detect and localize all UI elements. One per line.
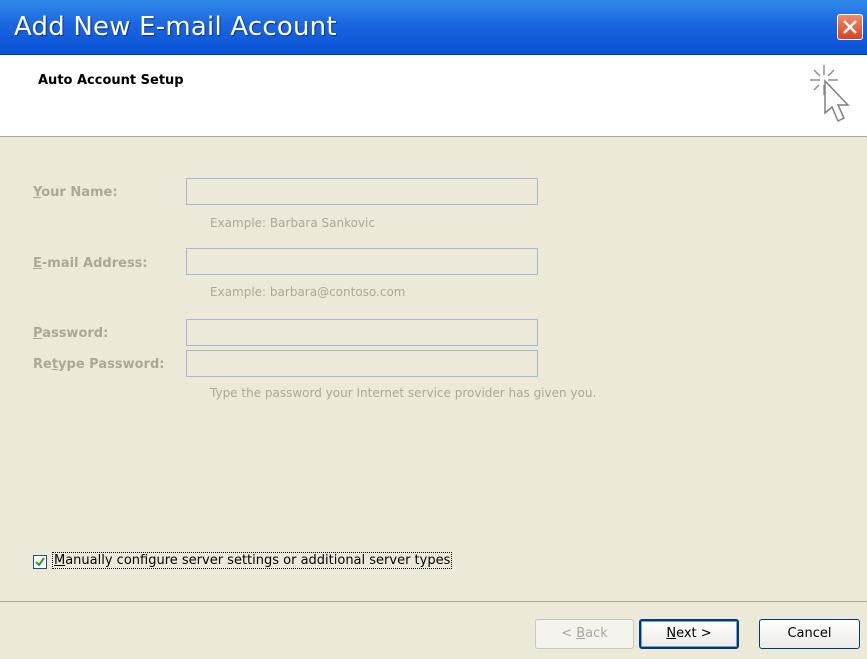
password-field[interactable]: [186, 319, 538, 346]
your-name-field[interactable]: [186, 178, 538, 205]
email-address-label: E-mail Address:: [33, 256, 148, 271]
checkmark-icon: [35, 557, 45, 567]
retype-password-field[interactable]: [186, 350, 538, 377]
password-label: Password:: [33, 326, 109, 341]
password-hint: Type the password your Internet service …: [210, 386, 597, 400]
wizard-header: Auto Account Setup: [0, 55, 867, 136]
manual-config-checkbox[interactable]: [33, 555, 47, 569]
back-button[interactable]: < Back: [535, 619, 634, 649]
window-title: Add New E-mail Account: [14, 12, 337, 42]
your-name-label: Your Name:: [33, 185, 118, 200]
cursor-sparkle-icon: [810, 65, 850, 123]
footer-divider: [0, 601, 867, 602]
title-bar: Add New E-mail Account: [0, 0, 867, 55]
email-address-field[interactable]: [186, 248, 538, 275]
next-button[interactable]: Next >: [639, 619, 739, 649]
close-button[interactable]: [837, 14, 863, 40]
manual-config-label[interactable]: Manually configure server settings or ad…: [51, 552, 453, 569]
close-icon: [843, 20, 857, 34]
email-address-example: Example: barbara@contoso.com: [210, 285, 406, 299]
your-name-example: Example: Barbara Sankovic: [210, 216, 375, 230]
retype-password-label: Retype Password:: [33, 357, 165, 372]
header-divider: [0, 136, 867, 137]
page-title: Auto Account Setup: [38, 73, 184, 88]
cancel-button[interactable]: Cancel: [759, 619, 860, 649]
